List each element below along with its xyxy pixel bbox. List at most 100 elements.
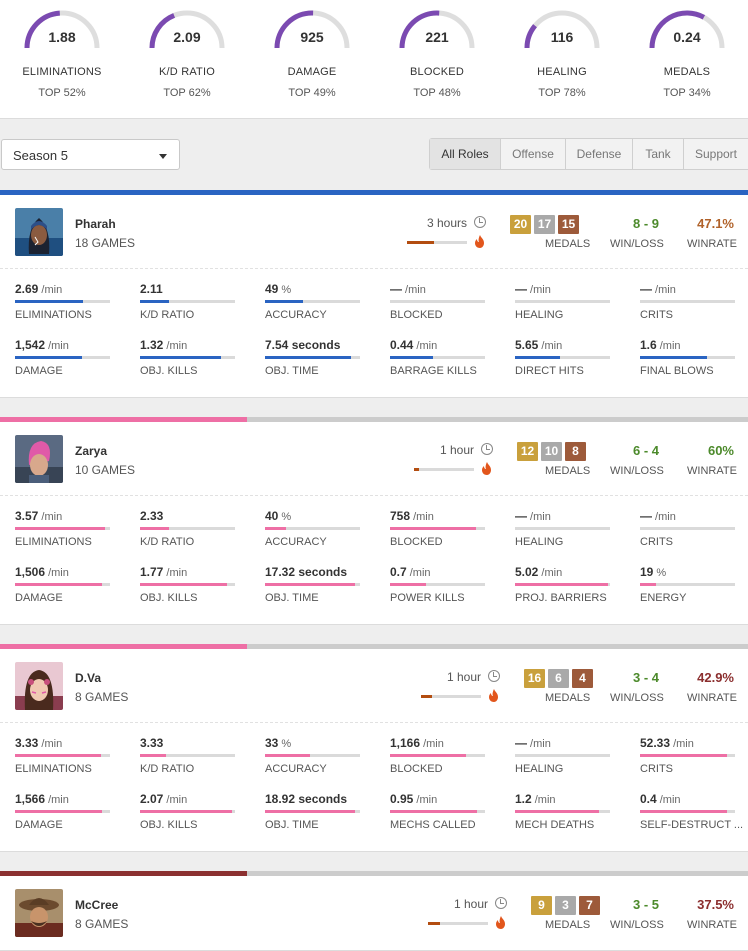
stat-bar	[640, 300, 735, 303]
summary-stat: 0.24 MEDALS TOP 34%	[632, 8, 742, 99]
hero-games: 8 GAMES	[75, 917, 129, 931]
hero-card[interactable]: Zarya 10 GAMES 1 hour 12 10 8 MEDALS 6 - 4 WIN/L…	[0, 417, 748, 625]
hero-card[interactable]: Pharah 18 GAMES 3 hours 20 17 15 MEDALS 8 - 9 WI…	[0, 190, 748, 398]
chevron-down-icon[interactable]	[159, 154, 167, 159]
stat-label: OBJ. TIME	[265, 592, 319, 604]
clock-icon	[495, 897, 507, 909]
stat-value: 2.69	[15, 282, 39, 296]
stat-unit: /min	[652, 511, 676, 523]
hero-card[interactable]: McCree 8 GAMES 1 hour 9 3 7 MEDALS 3 - 5 WIN/LOS…	[0, 871, 748, 951]
stat-label: CRITS	[640, 309, 673, 321]
hero-stat: 19 % ENERGY	[640, 565, 748, 604]
summary-gauge: 116	[522, 8, 602, 52]
hero-winloss: 6 - 4	[632, 443, 659, 458]
stat-bar	[140, 810, 235, 813]
hero-stat: — /min HEALING	[515, 282, 625, 321]
stat-value-line: 1,166 /min	[390, 736, 500, 751]
tab-support[interactable]: Support	[684, 139, 748, 169]
stat-label: OBJ. KILLS	[140, 819, 198, 831]
summary-rank: TOP 49%	[288, 87, 336, 99]
summary-gauge: 221	[397, 8, 477, 52]
hero-medals: 937	[531, 896, 600, 915]
stat-value-line: 3.33	[140, 736, 250, 751]
stat-label: ELIMINATIONS	[15, 763, 92, 775]
stat-bar	[265, 527, 360, 530]
season-select[interactable]: Season 5	[1, 139, 180, 170]
stat-bar-fill	[515, 356, 560, 359]
stat-unit: /min	[410, 511, 434, 523]
hero-stat: 2.11 K/D RATIO	[140, 282, 250, 321]
hero-stat: 49 % ACCURACY	[265, 282, 375, 321]
hero-stat: — /min CRITS	[640, 282, 748, 321]
stat-value: 758	[390, 509, 411, 523]
hero-stat: 1.6 /min FINAL BLOWS	[640, 338, 748, 377]
winrate-label: WINRATE	[687, 238, 737, 250]
hero-stat: — /min HEALING	[515, 736, 625, 775]
stat-bar-fill	[140, 754, 166, 757]
tab-defense[interactable]: Defense	[566, 139, 633, 169]
stat-label: ACCURACY	[265, 309, 327, 321]
stat-bar	[265, 356, 360, 359]
stat-label: K/D RATIO	[140, 309, 195, 321]
stat-unit: /min	[413, 340, 438, 352]
hero-stat: 2.33 K/D RATIO	[140, 509, 250, 548]
hero-stat: 0.44 /min BARRAGE KILLS	[390, 338, 500, 377]
stat-label: POWER KILLS	[390, 592, 465, 604]
tab-all-roles[interactable]: All Roles	[430, 139, 501, 169]
hero-games: 18 GAMES	[75, 236, 136, 250]
stat-bar	[140, 754, 235, 757]
stat-value-line: 0.95 /min	[390, 792, 500, 807]
hero-avatar	[15, 435, 63, 483]
hero-bar-fill	[0, 417, 247, 422]
stat-bar	[515, 583, 610, 586]
summary-label: MEDALS	[663, 66, 711, 78]
stat-unit: %	[278, 738, 292, 750]
stat-value: 3.57	[15, 509, 39, 523]
tab-tank[interactable]: Tank	[633, 139, 684, 169]
hero-playtime: 1 hour	[446, 670, 481, 684]
stat-value: 1,542	[15, 338, 46, 352]
hero-stat: 40 % ACCURACY	[265, 509, 375, 548]
stat-value: 1.32	[140, 338, 164, 352]
stat-value: —	[515, 509, 527, 523]
summary-rank: TOP 78%	[538, 87, 586, 99]
hero-name[interactable]: D.Va	[75, 671, 101, 685]
stat-label: HEALING	[515, 763, 564, 775]
stat-bar	[390, 810, 485, 813]
stat-unit: /min	[38, 738, 63, 750]
stat-label: DAMAGE	[15, 819, 63, 831]
hero-stat: — /min BLOCKED	[390, 282, 500, 321]
hero-name[interactable]: McCree	[75, 898, 118, 912]
summary-label: HEALING	[537, 66, 587, 78]
summary-rank: TOP 52%	[38, 87, 86, 99]
medal-silver: 10	[541, 442, 562, 461]
tab-offense[interactable]: Offense	[501, 139, 566, 169]
stat-bar-fill	[140, 583, 228, 586]
summary-stat: 1.88 ELIMINATIONS TOP 52%	[7, 8, 117, 99]
hero-stat: 1.77 /min OBJ. KILLS	[140, 565, 250, 604]
hero-stat: 1,542 /min DAMAGE	[15, 338, 125, 377]
stat-value: 33	[265, 736, 279, 750]
hero-name[interactable]: Pharah	[75, 217, 116, 231]
stat-value-line: 758 /min	[390, 509, 500, 524]
hero-card[interactable]: D.Va 8 GAMES 1 hour 16 6 4 MEDALS 3 - 4 WIN/LOSS…	[0, 644, 748, 852]
stat-value: 1.2	[515, 792, 532, 806]
medal-gold: 20	[510, 215, 531, 234]
card-divider	[0, 268, 748, 269]
stat-bar	[265, 583, 360, 586]
stat-unit: /min	[531, 794, 556, 806]
stat-bar	[265, 754, 360, 757]
stat-unit: /min	[538, 340, 563, 352]
stat-value: 0.4	[640, 792, 657, 806]
stat-bar-fill	[390, 810, 478, 813]
stat-label: CRITS	[640, 763, 673, 775]
medals-label: MEDALS	[545, 465, 591, 477]
hero-stat: 0.4 /min SELF-DESTRUCT ...	[640, 792, 748, 831]
stat-value-line: 33 %	[265, 736, 375, 751]
stat-value-line: — /min	[390, 282, 500, 297]
stat-label: HEALING	[515, 536, 564, 548]
hero-name[interactable]: Zarya	[75, 444, 107, 458]
summary-gauge: 1.88	[22, 8, 102, 52]
hero-stat: — /min CRITS	[640, 509, 748, 548]
stat-bar	[140, 300, 235, 303]
